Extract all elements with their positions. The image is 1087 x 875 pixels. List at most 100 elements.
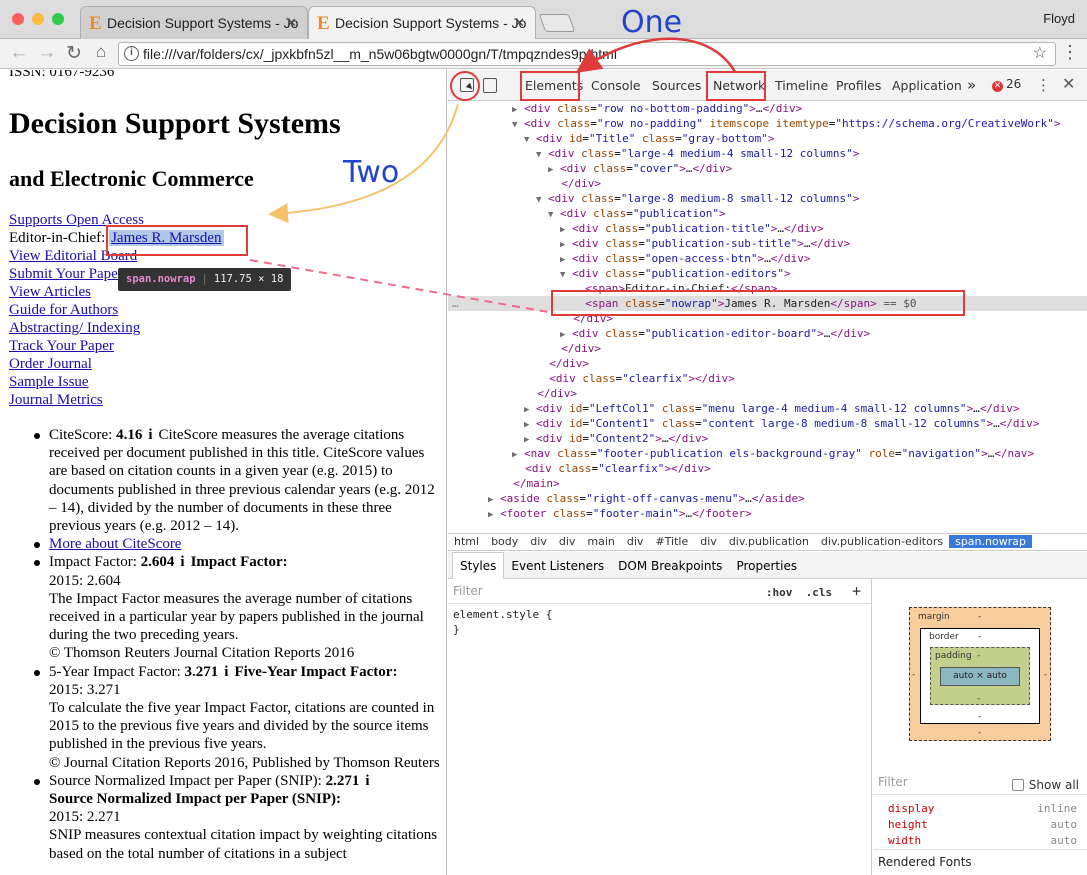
expand-triangle-icon[interactable]: ▶ xyxy=(560,330,565,340)
info-icon[interactable]: i xyxy=(142,427,158,443)
computed-prop-display[interactable]: display inline xyxy=(873,801,1087,817)
tab-properties[interactable]: Properties xyxy=(729,559,804,573)
hov-toggle[interactable]: :hov xyxy=(766,586,793,599)
devtools-close-icon[interactable]: ✕ xyxy=(1062,74,1075,93)
dom-tree-node[interactable]: ▶ <div class="row no-bottom-padding">…</… xyxy=(448,101,1087,116)
info-icon[interactable]: i xyxy=(359,773,375,789)
expand-triangle-icon[interactable]: ▶ xyxy=(560,240,565,250)
back-arrow-icon[interactable]: ← xyxy=(8,42,30,64)
tab-sources[interactable]: Sources xyxy=(652,70,701,101)
expand-triangle-icon[interactable]: ▶ xyxy=(512,105,517,115)
tab-styles[interactable]: Styles xyxy=(452,552,505,579)
expand-triangle-icon[interactable]: ▶ xyxy=(524,435,529,445)
computed-prop-width[interactable]: width auto xyxy=(873,833,1087,849)
dom-tree-node[interactable]: ▶ <div id="LeftCol1" class="menu large-4… xyxy=(448,401,1087,416)
expand-triangle-icon[interactable]: ▼ xyxy=(560,270,565,280)
reload-icon[interactable]: ↻ xyxy=(63,42,85,65)
show-all-checkbox[interactable]: Show all xyxy=(1011,774,1079,796)
close-tab-icon[interactable]: ✕ xyxy=(286,15,297,31)
breadcrumb-item[interactable]: span.nowrap xyxy=(949,535,1032,548)
info-icon[interactable]: i xyxy=(174,554,190,570)
expand-triangle-icon[interactable]: ▼ xyxy=(548,210,553,220)
dom-tree[interactable]: ▶ <div class="row no-bottom-padding">…</… xyxy=(448,101,1087,533)
tab-console[interactable]: Console xyxy=(591,70,641,101)
checkbox-icon[interactable] xyxy=(1011,779,1024,791)
tab-network[interactable]: Network xyxy=(713,70,765,101)
breadcrumb-item[interactable]: main xyxy=(581,535,620,548)
expand-triangle-icon[interactable]: ▶ xyxy=(548,165,553,175)
dom-tree-node[interactable]: ▶ <div class="publication-title">…</div> xyxy=(448,221,1087,236)
profile-name[interactable]: Floyd xyxy=(1043,11,1075,26)
dom-tree-node[interactable]: ▶ <nav class="footer-publication els-bac… xyxy=(448,446,1087,461)
more-about-citescore-link[interactable]: More about CiteScore xyxy=(49,536,181,552)
home-icon[interactable]: ⌂ xyxy=(90,42,112,62)
dom-tree-node[interactable]: ▶ <div class="open-access-btn">…</div> xyxy=(448,251,1087,266)
tab-event-listeners[interactable]: Event Listeners xyxy=(504,559,611,573)
view-editorial-board-link[interactable]: View Editorial Board xyxy=(9,248,137,264)
dom-tree-node[interactable]: </div> xyxy=(448,311,1087,326)
open-access-link[interactable]: Supports Open Access xyxy=(9,212,144,228)
dom-tree-node[interactable]: … <span class="nowrap">James R. Marsden<… xyxy=(448,296,1087,311)
computed-filter[interactable]: Filter Show all xyxy=(873,771,1087,795)
expand-triangle-icon[interactable]: ▶ xyxy=(524,420,529,430)
breadcrumb-item[interactable]: body xyxy=(485,535,524,548)
rendered-fonts-section[interactable]: Rendered Fonts xyxy=(873,849,1087,875)
bookmark-star-icon[interactable]: ☆ xyxy=(1033,43,1047,65)
dom-tree-node[interactable]: </div> xyxy=(448,356,1087,371)
journal-metrics-link[interactable]: Journal Metrics xyxy=(9,392,103,408)
abstracting-indexing-link[interactable]: Abstracting/ Indexing xyxy=(9,320,140,336)
dom-tree-node[interactable]: ▶ <div class="cover">…</div> xyxy=(448,161,1087,176)
tab-elements[interactable]: Elements xyxy=(525,70,583,101)
minimize-window-button[interactable] xyxy=(32,13,44,25)
breadcrumb-item[interactable]: html xyxy=(448,535,485,548)
tab-application[interactable]: Application xyxy=(892,70,962,101)
address-bar[interactable]: i file:///var/folders/cx/_jpxkbfn5zl__m_… xyxy=(118,42,1056,66)
breadcrumb-item[interactable]: div.publication-editors xyxy=(815,535,949,548)
dom-tree-node[interactable]: </div> xyxy=(448,386,1087,401)
dom-tree-node[interactable]: ▼ <div class="publication"> xyxy=(448,206,1087,221)
expand-triangle-icon[interactable]: ▶ xyxy=(488,510,493,520)
inspect-element-icon[interactable] xyxy=(460,78,474,92)
sample-issue-link[interactable]: Sample Issue xyxy=(9,374,89,390)
breadcrumb-item[interactable]: #Title xyxy=(649,535,694,548)
breadcrumb-item[interactable]: div.publication xyxy=(723,535,815,548)
zoom-window-button[interactable] xyxy=(52,13,64,25)
element-style-rule[interactable]: element.style { } xyxy=(448,604,871,640)
tab-timeline[interactable]: Timeline xyxy=(775,70,828,101)
computed-prop-height[interactable]: height auto xyxy=(873,817,1087,833)
browser-tab-2-active[interactable]: E Decision Support Systems - Jo ✕ xyxy=(308,6,536,39)
styles-filter[interactable]: Filter :hov .cls + xyxy=(448,579,871,604)
expand-triangle-icon[interactable]: ▼ xyxy=(524,135,529,145)
dom-tree-node[interactable]: <div class="clearfix"></div> xyxy=(448,371,1087,386)
devtools-menu-icon[interactable]: ⋮ xyxy=(1036,76,1051,94)
expand-triangle-icon[interactable]: ▶ xyxy=(488,495,493,505)
tab-dom-breakpoints[interactable]: DOM Breakpoints xyxy=(611,559,729,573)
expand-triangle-icon[interactable]: ▶ xyxy=(560,225,565,235)
info-icon[interactable]: i xyxy=(218,664,234,680)
browser-menu-icon[interactable]: ⋮ xyxy=(1061,43,1079,61)
error-counter[interactable]: ✕ 26 xyxy=(992,77,1021,92)
dom-tree-node[interactable]: ▶ <footer class="footer-main">…</footer> xyxy=(448,506,1087,521)
dom-tree-node[interactable]: </div> xyxy=(448,176,1087,191)
dom-tree-node[interactable]: </main> xyxy=(448,476,1087,491)
close-window-button[interactable] xyxy=(12,13,24,25)
new-style-rule-icon[interactable]: + xyxy=(852,582,861,600)
breadcrumb-item[interactable]: div xyxy=(524,535,553,548)
dom-tree-node[interactable]: ▼ <div class="large-8 medium-8 small-12 … xyxy=(448,191,1087,206)
dom-tree-node[interactable]: ▼ <div class="row no-padding" itemscope … xyxy=(448,116,1087,131)
node-menu-icon[interactable]: … xyxy=(452,296,459,311)
dom-tree-node[interactable]: ▼ <div class="publication-editors"> xyxy=(448,266,1087,281)
view-articles-link[interactable]: View Articles xyxy=(9,284,91,300)
breadcrumb-item[interactable]: div xyxy=(553,535,582,548)
cls-toggle[interactable]: .cls xyxy=(806,586,833,599)
submit-paper-link[interactable]: Submit Your Paper xyxy=(9,266,123,282)
close-tab-icon[interactable]: ✕ xyxy=(514,15,525,31)
browser-tab-1[interactable]: E Decision Support Systems - Jo ✕ xyxy=(80,6,308,39)
breadcrumb-item[interactable]: div xyxy=(621,535,650,548)
guide-for-authors-link[interactable]: Guide for Authors xyxy=(9,302,118,318)
dom-tree-node[interactable]: ▶ <div class="publication-editor-board">… xyxy=(448,326,1087,341)
dom-tree-node[interactable]: </div> xyxy=(448,341,1087,356)
tab-profiles[interactable]: Profiles xyxy=(836,70,881,101)
new-tab-button[interactable] xyxy=(538,14,576,32)
expand-triangle-icon[interactable]: ▼ xyxy=(512,120,517,130)
